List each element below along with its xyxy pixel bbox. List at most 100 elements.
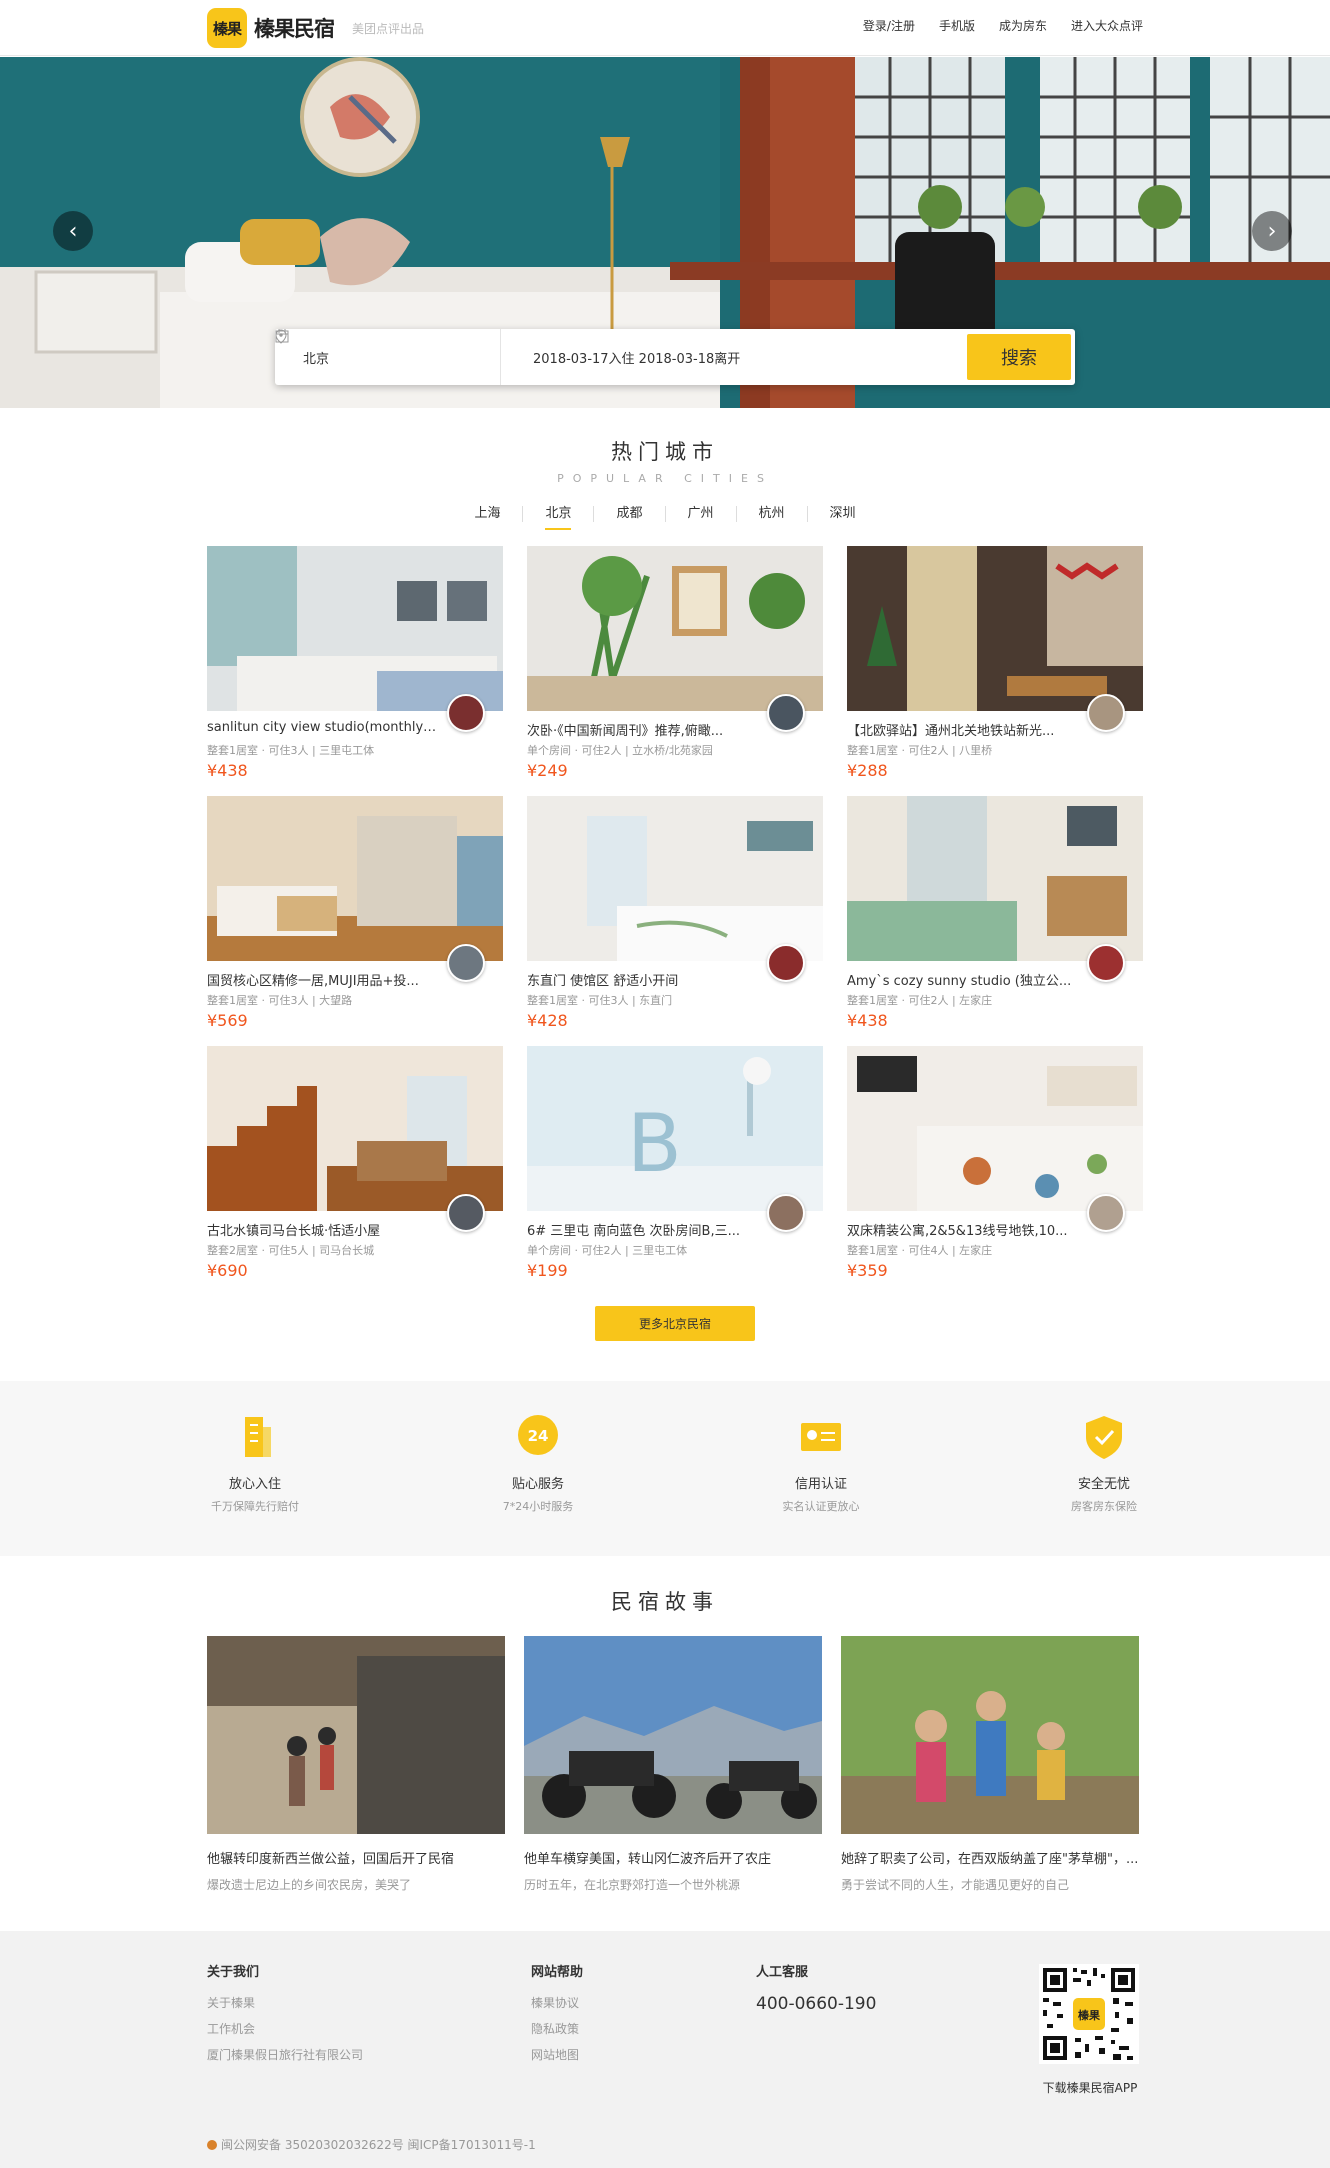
listing-card[interactable]: 【北欧驿站】通州北关地铁站新光... 整套1居室 · 可住2人 | 八里桥 ¥2… — [847, 546, 1143, 791]
app-qr-code: 榛果 — [1039, 1964, 1139, 2064]
tab-shenzhen[interactable]: 深圳 — [806, 506, 878, 522]
search-button[interactable]: 搜索 — [967, 334, 1071, 380]
tab-beijing[interactable]: 北京 — [522, 506, 593, 530]
listing-price: ¥438 — [847, 1011, 888, 1030]
date-range-field[interactable]: 2018-03-17入住 2018-03-18离开 — [275, 329, 967, 385]
listing-title[interactable]: 国贸核心区精修一居,MUJI用品+投... — [207, 970, 437, 989]
listing-price: ¥690 — [207, 1261, 248, 1280]
story-title[interactable]: 她辞了职卖了公司，在西双版纳盖了座"茅草棚"，... — [841, 1848, 1139, 1867]
tab-guangzhou[interactable]: 广州 — [664, 506, 736, 522]
tab-hangzhou[interactable]: 杭州 — [735, 506, 807, 522]
more-beijing-button[interactable]: 更多北京民宿 — [595, 1306, 755, 1341]
listing-card[interactable]: 次卧·《中国新闻周刊》推荐,俯瞰... 单个房间 · 可住2人 | 立水桥/北苑… — [527, 546, 823, 791]
listing-photo[interactable] — [207, 796, 503, 961]
qr-badge-text: 榛果 — [1078, 2008, 1100, 2022]
story-photo[interactable] — [207, 1636, 505, 1834]
feature-title: 贴心服务 — [511, 1477, 564, 1492]
listing-photo[interactable] — [527, 546, 823, 711]
footer-link-sitemap[interactable]: 网站地图 — [531, 2046, 583, 2063]
host-avatar[interactable] — [767, 1194, 805, 1232]
beian-text[interactable]: 闽公网安备 35020302032622号 闽ICP备17013011号-1 — [221, 2138, 536, 2152]
24h-icon: 24 — [514, 1413, 562, 1461]
host-avatar[interactable] — [447, 1194, 485, 1232]
listing-photo[interactable] — [527, 796, 823, 961]
listing-card[interactable]: 双床精装公寓,2&5&13线号地铁,10... 整套1居室 · 可住4人 | 左… — [847, 1046, 1143, 1291]
location-field[interactable]: 北京 — [275, 329, 501, 385]
listing-title[interactable]: Amy`s cozy sunny studio (独立公... — [847, 970, 1077, 989]
listing-card[interactable]: B 6# 三里屯 南向蓝色 次卧房间B,三... 单个房间 · 可住2人 | 三… — [527, 1046, 823, 1291]
feature-subtitle: 7*24小时服务 — [502, 1500, 574, 1513]
listing-meta: 整套1居室 · 可住2人 | 左家庄 — [847, 994, 993, 1007]
section-title-stories: 民宿故事 — [611, 1590, 719, 1614]
listing-price: ¥359 — [847, 1261, 888, 1280]
date-range-value: 2018-03-17入住 2018-03-18离开 — [533, 351, 741, 367]
qr-caption: 下载榛果民宿APP — [1042, 2081, 1138, 2095]
story-subtitle: 勇于尝试不同的人生，才能遇见更好的自己 — [841, 1878, 1070, 1892]
listing-card[interactable]: 国贸核心区精修一居,MUJI用品+投... 整套1居室 · 可住3人 | 大望路… — [207, 796, 503, 1041]
listing-title[interactable]: 古北水镇司马台长城·恬适小屋 — [207, 1220, 437, 1239]
listing-meta: 单个房间 · 可住2人 | 立水桥/北苑家园 — [527, 744, 713, 757]
story-card[interactable]: 他辗转印度新西兰做公益，回国后开了民宿 爆改遗士尼边上的乡间农民房，美哭了 — [207, 1636, 505, 1893]
listing-meta: 整套1居室 · 可住3人 | 三里屯工体 — [207, 744, 375, 757]
shield-icon — [1080, 1413, 1128, 1461]
footer-link-about[interactable]: 关于榛果 — [207, 1994, 363, 2011]
building-icon — [231, 1413, 279, 1461]
listing-card[interactable]: 东直门 使馆区 舒适小开间 整套1居室 · 可住3人 | 东直门 ¥428 — [527, 796, 823, 1041]
listing-price: ¥569 — [207, 1011, 248, 1030]
host-avatar[interactable] — [1087, 1194, 1125, 1232]
search-bar: 北京 2018-03-17入住 2018-03-18离开 搜索 — [275, 329, 1075, 385]
listing-card[interactable]: 古北水镇司马台长城·恬适小屋 整套2居室 · 可住5人 | 司马台长城 ¥690 — [207, 1046, 503, 1291]
listing-title[interactable]: 东直门 使馆区 舒适小开间 — [527, 970, 757, 989]
story-card[interactable]: 他单车横穿美国，转山冈仁波齐后开了农庄 历时五年，在北京野郊打造一个世外桃源 — [524, 1636, 822, 1893]
listing-title[interactable]: sanlitun city view studio(monthly r... — [207, 720, 437, 735]
nav-login[interactable]: 登录/注册 — [863, 17, 915, 34]
listing-title[interactable]: 双床精装公寓,2&5&13线号地铁,10... — [847, 1220, 1077, 1239]
listing-price: ¥428 — [527, 1011, 568, 1030]
host-avatar[interactable] — [447, 944, 485, 982]
police-badge-icon — [207, 2140, 217, 2150]
listing-card[interactable]: sanlitun city view studio(monthly r... 整… — [207, 546, 503, 791]
feature-item: 安全无忧 房客房东保险 — [1014, 1413, 1194, 1514]
footer-link-company[interactable]: 厦门榛果假日旅行社有限公司 — [207, 2046, 363, 2063]
section-subtitle-cities: POPULAR CITIES — [557, 472, 773, 485]
listing-title[interactable]: 【北欧驿站】通州北关地铁站新光... — [847, 720, 1077, 739]
story-title[interactable]: 他单车横穿美国，转山冈仁波齐后开了农庄 — [524, 1848, 822, 1867]
feature-item: 放心入住 千万保障先行赔付 — [165, 1413, 345, 1514]
host-avatar[interactable] — [1087, 944, 1125, 982]
host-avatar[interactable] — [447, 694, 485, 732]
nav-become-host[interactable]: 成为房东 — [999, 17, 1047, 34]
beian-record: 闽公网安备 35020302032622号 闽ICP备17013011号-1 — [207, 2136, 536, 2153]
story-card[interactable]: 她辞了职卖了公司，在西双版纳盖了座"茅草棚"，... 勇于尝试不同的人生，才能遇… — [841, 1636, 1139, 1893]
feature-subtitle: 实名认证更放心 — [782, 1500, 860, 1513]
listing-photo[interactable] — [847, 1046, 1143, 1211]
story-photo[interactable] — [841, 1636, 1139, 1834]
listing-photo[interactable] — [207, 1046, 503, 1211]
listing-photo[interactable] — [847, 546, 1143, 711]
footer-link-jobs[interactable]: 工作机会 — [207, 2020, 363, 2037]
listing-photo[interactable] — [847, 796, 1143, 961]
nav-mobile[interactable]: 手机版 — [939, 17, 975, 34]
tab-shanghai[interactable]: 上海 — [452, 506, 522, 522]
host-avatar[interactable] — [767, 944, 805, 982]
footer-about-title: 关于我们 — [207, 1965, 260, 1980]
host-avatar[interactable] — [767, 694, 805, 732]
hero-next-arrow[interactable]: › — [1252, 211, 1292, 251]
logo[interactable]: 榛果 榛果民宿 美团点评出品 — [207, 8, 424, 48]
listing-title[interactable]: 6# 三里屯 南向蓝色 次卧房间B,三... — [527, 1220, 757, 1239]
footer-link-agreement[interactable]: 榛果协议 — [531, 1994, 583, 2011]
nav-dianping[interactable]: 进入大众点评 — [1071, 17, 1143, 34]
footer-service: 人工客服 400-0660-190 — [756, 1961, 876, 2014]
listing-photo[interactable]: B — [527, 1046, 823, 1211]
site-footer: 关于我们 关于榛果 工作机会 厦门榛果假日旅行社有限公司 网站帮助 榛果协议 隐… — [0, 1931, 1330, 2168]
footer-help-title: 网站帮助 — [531, 1965, 584, 1980]
tab-chengdu[interactable]: 成都 — [593, 506, 664, 522]
listing-title[interactable]: 次卧·《中国新闻周刊》推荐,俯瞰... — [527, 720, 757, 739]
footer-link-privacy[interactable]: 隐私政策 — [531, 2020, 583, 2037]
host-avatar[interactable] — [1087, 694, 1125, 732]
listing-photo[interactable] — [207, 546, 503, 711]
story-title[interactable]: 他辗转印度新西兰做公益，回国后开了民宿 — [207, 1848, 505, 1867]
hero-prev-arrow[interactable]: ‹ — [53, 211, 93, 251]
story-photo[interactable] — [524, 1636, 822, 1834]
site-header: 榛果 榛果民宿 美团点评出品 登录/注册 手机版 成为房东 进入大众点评 — [0, 0, 1330, 56]
listing-card[interactable]: Amy`s cozy sunny studio (独立公... 整套1居室 · … — [847, 796, 1143, 1041]
